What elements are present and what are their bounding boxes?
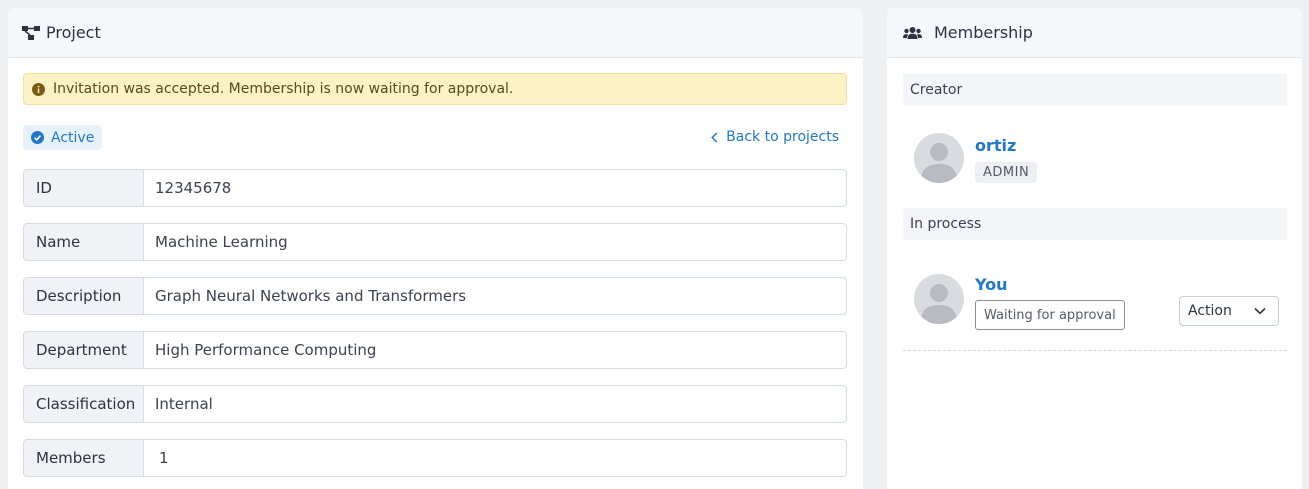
field-label: Description	[24, 278, 144, 314]
project-diagram-icon	[22, 25, 40, 41]
action-dropdown[interactable]: Action	[1179, 296, 1279, 326]
users-icon	[903, 26, 922, 40]
field-members: Members 1	[23, 439, 847, 477]
page-title: Project	[46, 23, 101, 42]
invitation-alert: Invitation was accepted. Membership is n…	[23, 73, 847, 105]
field-id: ID 12345678	[23, 169, 847, 207]
creator-section-header: Creator	[903, 74, 1287, 106]
role-badge: ADMIN	[975, 162, 1038, 183]
field-value: Graph Neural Networks and Transformers	[155, 287, 467, 305]
field-value: 1	[159, 449, 169, 467]
field-description: Description Graph Neural Networks and Tr…	[23, 277, 847, 315]
field-label: ID	[24, 170, 144, 206]
chevron-down-icon	[1254, 307, 1266, 315]
field-classification: Classification Internal	[23, 385, 847, 423]
field-label: Name	[24, 224, 144, 260]
membership-title: Membership	[934, 23, 1033, 42]
back-to-projects-link[interactable]: Back to projects	[711, 129, 839, 145]
in-process-section-label: In process	[910, 216, 982, 232]
back-link-label: Back to projects	[726, 129, 839, 145]
project-card: Project Invitation was accepted. Members…	[8, 8, 863, 489]
field-value: 12345678	[155, 179, 232, 197]
field-value: Internal	[155, 395, 213, 413]
status-badge: Active	[23, 125, 103, 150]
field-value: Machine Learning	[155, 233, 288, 251]
waiting-status-badge: Waiting for approval	[975, 300, 1125, 330]
field-label: Classification	[24, 386, 144, 422]
divider	[903, 350, 1287, 351]
status-label: Active	[51, 129, 95, 146]
field-name: Name Machine Learning	[23, 223, 847, 261]
avatar	[914, 133, 964, 183]
pending-member-name-link[interactable]: You	[975, 275, 1008, 294]
creator-section-label: Creator	[910, 82, 963, 98]
in-process-section-header: In process	[903, 208, 1287, 240]
check-circle-icon	[31, 131, 44, 144]
project-card-header: Project	[8, 8, 863, 58]
action-dropdown-label: Action	[1188, 303, 1232, 319]
alert-text: Invitation was accepted. Membership is n…	[53, 81, 514, 97]
field-label: Members	[24, 440, 144, 476]
avatar	[914, 274, 964, 324]
info-circle-icon	[32, 82, 45, 96]
chevron-left-icon	[711, 131, 718, 143]
membership-card-header: Membership	[887, 8, 1302, 58]
field-department: Department High Performance Computing	[23, 331, 847, 369]
membership-card: Membership Creator ortiz ADMIN In proces…	[887, 8, 1302, 489]
field-label: Department	[24, 332, 144, 368]
creator-name-link[interactable]: ortiz	[975, 136, 1016, 155]
field-value: High Performance Computing	[155, 341, 377, 359]
